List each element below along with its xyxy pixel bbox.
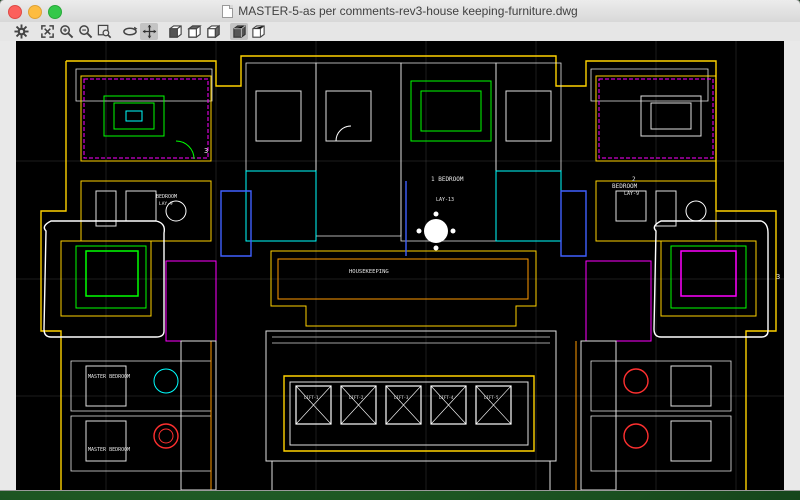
drawing-canvas[interactable]: LIFT-1 LIFT-2 LIFT-3 LIFT-4 LIFT-5 3 3 2… bbox=[16, 41, 784, 490]
label-master-bedroom-upper: MASTER BEDROOM bbox=[88, 374, 130, 380]
view-side-cube-icon[interactable] bbox=[204, 23, 222, 40]
lift-3-label: LIFT-3 bbox=[394, 395, 409, 400]
label-lay-9-left: LAY-9 bbox=[159, 201, 173, 207]
label-bedroom-right: BEDROOM bbox=[612, 183, 638, 190]
label-lay-13: LAY-13 bbox=[436, 197, 454, 203]
title-container: MASTER-5-as per comments-rev3-house keep… bbox=[0, 0, 800, 22]
zoom-out-icon[interactable] bbox=[76, 23, 94, 40]
lift-5-label: LIFT-5 bbox=[484, 395, 499, 400]
zoom-window-icon[interactable] bbox=[95, 23, 113, 40]
revision-number-3-left: 3 bbox=[204, 147, 208, 155]
revision-number-3-right: 3 bbox=[776, 273, 780, 281]
zoom-extents-icon[interactable] bbox=[38, 23, 56, 40]
orbit-icon[interactable] bbox=[121, 23, 139, 40]
view-front-cube-icon[interactable] bbox=[185, 23, 203, 40]
settings-gear-icon[interactable] bbox=[12, 23, 30, 40]
shaded-view-icon[interactable] bbox=[249, 23, 267, 40]
label-bedroom-left: BEDROOM bbox=[156, 194, 177, 200]
title-bar[interactable]: MASTER-5-as per comments-rev3-house keep… bbox=[0, 0, 800, 23]
pan-icon[interactable] bbox=[140, 23, 158, 40]
document-icon bbox=[222, 4, 234, 18]
zoom-in-icon[interactable] bbox=[57, 23, 75, 40]
lift-2-label: LIFT-2 bbox=[349, 395, 364, 400]
wireframe-view-icon[interactable] bbox=[230, 23, 248, 40]
label-master-bedroom-lower: MASTER BEDROOM bbox=[88, 447, 130, 453]
view-top-cube-icon[interactable] bbox=[166, 23, 184, 40]
floor-plan-drawing: LIFT-1 LIFT-2 LIFT-3 LIFT-4 LIFT-5 3 3 2… bbox=[16, 41, 784, 490]
toolbar bbox=[0, 22, 800, 41]
label-1-bedroom: 1 BEDROOM bbox=[431, 176, 464, 183]
lift-4-label: LIFT-4 bbox=[439, 395, 454, 400]
lift-1-label: LIFT-1 bbox=[304, 395, 319, 400]
label-housekeeping: HOUSEKEEPING bbox=[349, 269, 389, 275]
label-lay-9-right: LAY-9 bbox=[624, 191, 639, 197]
app-window: MASTER-5-as per comments-rev3-house keep… bbox=[0, 0, 800, 490]
window-title: MASTER-5-as per comments-rev3-house keep… bbox=[238, 4, 578, 18]
room-number-2: 2 bbox=[632, 176, 636, 183]
